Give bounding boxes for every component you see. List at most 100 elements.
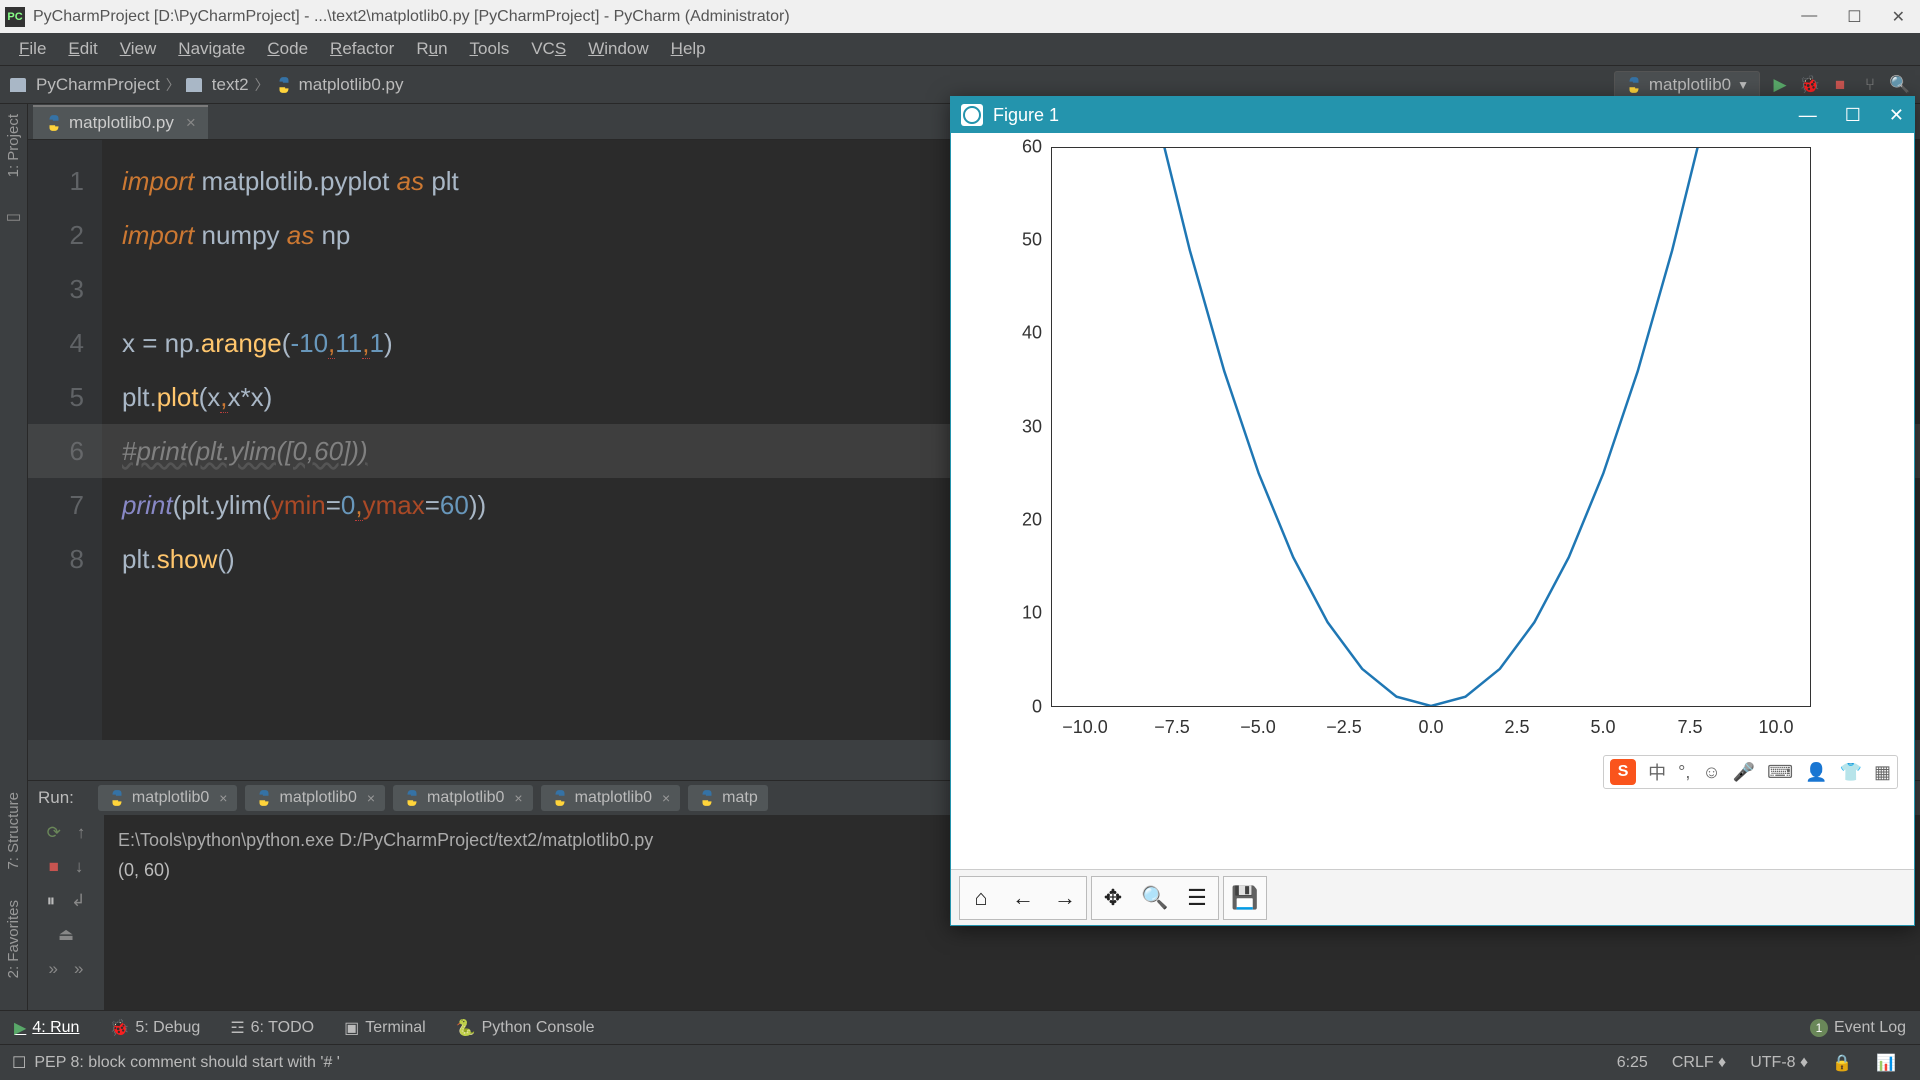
run-tab[interactable]: matplotlib0× [541, 785, 681, 811]
window-minimize-icon[interactable]: — [1799, 105, 1817, 126]
menu-edit[interactable]: Edit [57, 39, 108, 59]
close-icon[interactable]: × [219, 790, 227, 806]
run-config-selector[interactable]: matplotlib0 ▼ [1614, 71, 1760, 99]
window-maximize-icon[interactable]: ☐ [1847, 7, 1861, 27]
tool-favorites[interactable]: 2: Favorites [5, 900, 22, 978]
ime-lang-toggle[interactable]: 中 [1648, 759, 1666, 785]
debug-button[interactable]: 🐞 [1800, 75, 1820, 95]
scroll-down-icon[interactable]: ↓ [75, 857, 84, 877]
run-tab[interactable]: matplotlib0× [98, 785, 238, 811]
rerun-button[interactable]: ⟳ [47, 823, 61, 843]
soft-wrap-icon[interactable]: ↲ [71, 891, 85, 911]
more-icon[interactable]: » [74, 959, 83, 979]
tool-todo[interactable]: ☲6: TODO [230, 1018, 314, 1038]
ime-person-icon[interactable]: 👤 [1805, 762, 1827, 783]
tool-event-log[interactable]: 1Event Log [1810, 1019, 1906, 1037]
tool-run[interactable]: ▶4: Run [14, 1018, 79, 1038]
pycharm-icon: PC [5, 7, 25, 27]
editor-tab[interactable]: matplotlib0.py × [33, 105, 208, 139]
search-everywhere-button[interactable]: 🔍 [1890, 75, 1910, 95]
close-icon[interactable]: × [367, 790, 375, 806]
back-button[interactable]: ← [1002, 877, 1044, 919]
ime-keyboard-icon[interactable]: ⌨ [1767, 762, 1793, 783]
window-close-icon[interactable]: ✕ [1889, 105, 1904, 126]
tool-project[interactable]: 1: Project [5, 114, 22, 177]
stop-button[interactable]: ■ [49, 857, 59, 877]
run-icon: ▶ [14, 1018, 26, 1038]
git-button[interactable]: ⑂ [1860, 75, 1880, 95]
zoom-button[interactable]: 🔍 [1134, 877, 1176, 919]
more-icon[interactable]: » [49, 959, 58, 979]
configure-button[interactable]: ☰ [1176, 877, 1218, 919]
pan-button[interactable]: ✥ [1092, 877, 1134, 919]
run-tab[interactable]: matp [688, 785, 768, 811]
tool-structure[interactable]: 7: Structure [5, 792, 22, 870]
y-tick-label: 50 [982, 230, 1042, 251]
python-icon: 🐍 [456, 1018, 476, 1038]
menu-navigate[interactable]: Navigate [167, 39, 256, 59]
tool-terminal[interactable]: ▣Terminal [344, 1018, 426, 1038]
window-minimize-icon[interactable]: — [1801, 7, 1817, 27]
ime-mic-icon[interactable]: 🎤 [1733, 762, 1755, 783]
scroll-up-icon[interactable]: ↑ [77, 823, 86, 843]
window-close-icon[interactable]: ✕ [1892, 7, 1905, 27]
python-file-icon [698, 789, 716, 807]
breadcrumb-project[interactable]: PyCharmProject [36, 75, 160, 95]
folder-icon [186, 78, 202, 92]
ime-toolbar[interactable]: S 中 °, ☺ 🎤 ⌨ 👤 👕 ▦ [1603, 755, 1898, 789]
run-label: Run: [38, 788, 74, 808]
menu-run[interactable]: Run [405, 39, 458, 59]
y-tick-label: 0 [982, 697, 1042, 718]
memory-icon[interactable]: 📊 [1864, 1053, 1908, 1073]
editor-tab-label: matplotlib0.py [69, 113, 174, 133]
tool-python-console[interactable]: 🐍Python Console [456, 1018, 595, 1038]
lock-icon[interactable]: 🔒 [1820, 1053, 1864, 1073]
tab-close-icon[interactable]: × [186, 113, 196, 133]
tool-debug[interactable]: 🐞5: Debug [109, 1018, 200, 1038]
stop-button[interactable]: ■ [1830, 75, 1850, 95]
terminal-icon: ▣ [344, 1018, 359, 1038]
menu-vcs[interactable]: VCS [520, 39, 577, 59]
ime-emoji-icon[interactable]: ☺ [1702, 762, 1720, 783]
home-button[interactable]: ⌂ [960, 877, 1002, 919]
menu-window[interactable]: Window [577, 39, 659, 59]
menu-code[interactable]: Code [256, 39, 319, 59]
ime-skin-icon[interactable]: 👕 [1840, 762, 1862, 783]
line-separator[interactable]: CRLF ♦ [1660, 1054, 1738, 1072]
menu-view[interactable]: View [109, 39, 168, 59]
save-figure-button[interactable]: 💾 [1224, 877, 1266, 919]
close-icon[interactable]: × [662, 790, 670, 806]
figure-window[interactable]: Figure 1 — ☐ ✕ 60 50 40 30 20 10 0 −10.0… [950, 96, 1915, 926]
caret-position[interactable]: 6:25 [1605, 1054, 1660, 1072]
run-tab[interactable]: matplotlib0× [393, 785, 533, 811]
y-tick-label: 40 [982, 323, 1042, 344]
forward-button[interactable]: → [1044, 877, 1086, 919]
window-maximize-icon[interactable]: ☐ [1845, 105, 1861, 126]
chevron-down-icon: ▼ [1737, 78, 1749, 92]
menu-tools[interactable]: Tools [459, 39, 521, 59]
run-config-label: matplotlib0 [1649, 75, 1731, 95]
close-icon[interactable]: × [514, 790, 522, 806]
run-controls: ⟳ ↑ ■ ↓ ⏸ ↲ ⏏ » » [28, 815, 104, 1038]
exit-button[interactable]: ⏏ [58, 925, 74, 945]
x-tick-label: −5.0 [1240, 717, 1276, 738]
python-file-icon [255, 789, 273, 807]
python-file-icon [108, 789, 126, 807]
x-tick-label: 5.0 [1590, 717, 1615, 738]
figure-titlebar[interactable]: Figure 1 — ☐ ✕ [951, 97, 1914, 133]
folder-icon: ▭ [5, 207, 21, 227]
menu-file[interactable]: File [8, 39, 57, 59]
menu-refactor[interactable]: Refactor [319, 39, 405, 59]
run-button[interactable]: ▶ [1770, 75, 1790, 95]
menu-help[interactable]: Help [660, 39, 717, 59]
ime-punct-icon[interactable]: °, [1678, 762, 1690, 783]
x-tick-label: 2.5 [1504, 717, 1529, 738]
run-tab[interactable]: matplotlib0× [245, 785, 385, 811]
file-encoding[interactable]: UTF-8 ♦ [1738, 1054, 1820, 1072]
ime-grid-icon[interactable]: ▦ [1874, 762, 1891, 783]
y-tick-label: 20 [982, 510, 1042, 531]
breadcrumb-folder[interactable]: text2 [212, 75, 249, 95]
pause-button[interactable]: ⏸ [47, 891, 56, 911]
sogou-icon[interactable]: S [1610, 759, 1636, 785]
breadcrumb-file[interactable]: matplotlib0.py [299, 75, 404, 95]
